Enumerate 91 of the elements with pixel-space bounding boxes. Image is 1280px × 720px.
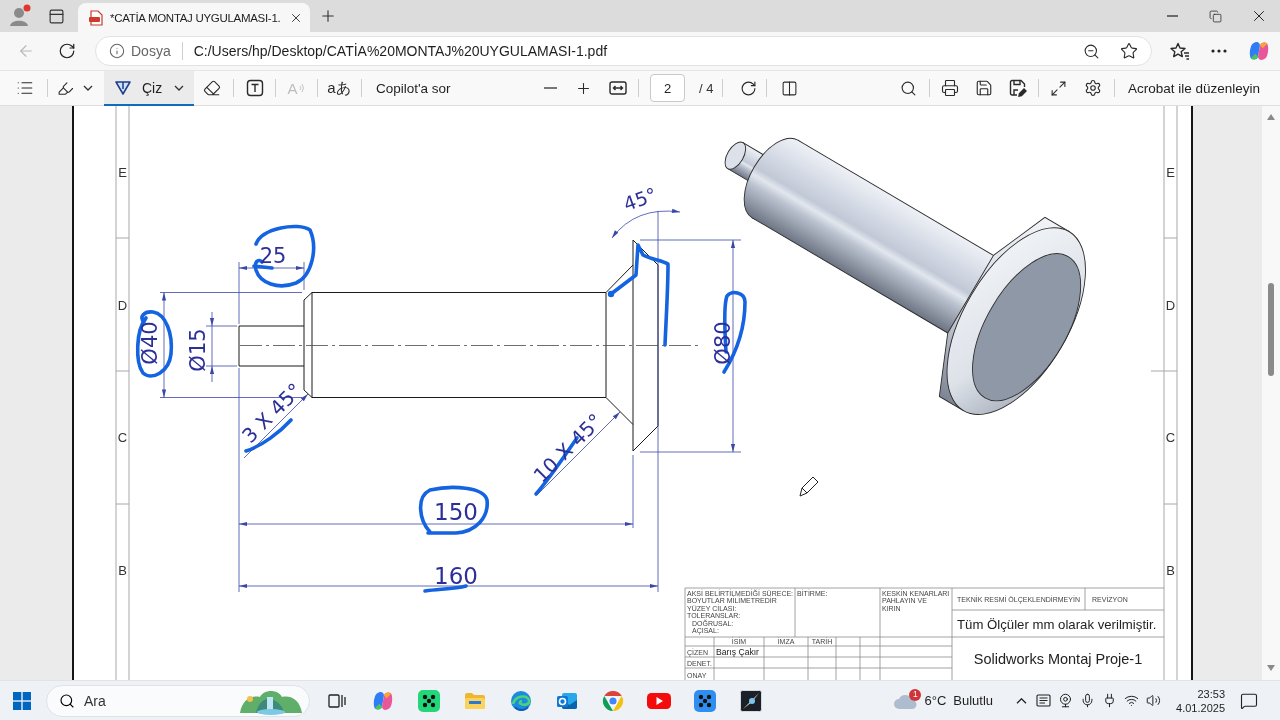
weather-condition-text: Bulutlu xyxy=(953,693,994,708)
star-icon xyxy=(1120,42,1138,60)
zone-label: C xyxy=(1165,429,1176,445)
temperature-text: 6°C xyxy=(924,693,947,708)
scrollbar-thumb[interactable] xyxy=(1268,283,1274,376)
save-pen-icon xyxy=(1008,79,1027,97)
clock-button[interactable]: 23:53 4.01.2025 xyxy=(1172,682,1229,719)
angle-dimension-arc xyxy=(611,208,681,239)
translate-button[interactable]: aあ xyxy=(323,74,355,102)
tab-actions-icon xyxy=(47,7,65,25)
task-view-icon xyxy=(328,691,346,710)
notification-badge: 1 xyxy=(909,688,922,701)
zone-label: C xyxy=(117,429,128,445)
more-icon xyxy=(1211,49,1227,53)
pen-icon xyxy=(114,79,132,97)
chamfer-callout: 10 X 45° xyxy=(528,408,621,496)
plus-icon xyxy=(319,7,337,25)
list-icon xyxy=(16,79,34,97)
dimension-value: 45° xyxy=(620,182,660,216)
clock-date: 4.01.2025 xyxy=(1176,701,1225,714)
zone-label: D xyxy=(117,297,128,313)
expand-icon xyxy=(1050,79,1068,97)
rotate-icon xyxy=(739,79,757,97)
dimension-value: 150 xyxy=(434,499,478,525)
search-icon xyxy=(59,692,75,709)
pdf-file-icon xyxy=(88,9,104,26)
settings-icon xyxy=(1083,79,1102,97)
minimize-icon xyxy=(1167,15,1178,17)
dotted-tile-icon xyxy=(418,689,440,712)
zone-label: E xyxy=(1166,164,1175,180)
flare-tile-icon xyxy=(740,689,762,712)
zone-label: B xyxy=(1166,562,1175,578)
ink-underline xyxy=(423,584,468,593)
dimension-value: 160 xyxy=(434,563,478,589)
dimension-value: Ø80 xyxy=(711,321,735,365)
fit-width-icon xyxy=(609,81,627,95)
scroll-down-icon xyxy=(1267,665,1275,671)
microphone-icon xyxy=(1079,693,1095,708)
zone-label: D xyxy=(1165,297,1176,313)
info-icon xyxy=(109,43,125,59)
scroll-up-icon xyxy=(1267,114,1275,120)
play-button-icon xyxy=(647,691,671,710)
clock-time: 23:53 xyxy=(1197,687,1225,700)
pencil-cursor-icon xyxy=(799,476,819,497)
zone-label: E xyxy=(118,164,127,180)
wifi-icon xyxy=(1123,693,1139,708)
address-bar[interactable]: Dosya C:/Users/hp/Desktop/CATİA%20MONTAJ%20UYGULAMASI-1.pdf xyxy=(95,36,1152,66)
save-icon xyxy=(974,79,993,97)
highlighter-icon xyxy=(57,79,74,97)
speaker-icon xyxy=(1145,693,1161,708)
ask-copilot-button[interactable]: Copilot'a sor xyxy=(368,74,459,102)
chevron-up-icon xyxy=(1015,697,1027,704)
wave-swirl-icon xyxy=(510,689,532,712)
caret-icon xyxy=(174,85,184,91)
notification-icon xyxy=(1240,691,1258,710)
drawing-title: Solidworks Montaj Proje-1 xyxy=(973,651,1143,667)
eraser-icon xyxy=(203,79,221,97)
zone-label: B xyxy=(118,562,127,578)
dimension-value: Ø40 xyxy=(138,321,162,365)
dotted-tile-icon xyxy=(694,689,716,712)
favorites-icon xyxy=(1170,42,1190,60)
caret-icon xyxy=(83,85,93,91)
printer-icon xyxy=(940,79,959,97)
zoom-out-icon xyxy=(1082,42,1100,60)
units-note: Tüm Ölçüler mm olarak verilmiştir. xyxy=(957,617,1157,632)
site-info-button[interactable]: Dosya xyxy=(109,43,171,59)
list-box-icon xyxy=(1035,693,1051,708)
weather-button[interactable]: 1 6°C Bulutlu xyxy=(889,682,998,719)
edit-in-acrobat-button[interactable]: Acrobat ile düzenleyin xyxy=(1119,74,1268,102)
minus-icon xyxy=(543,87,557,89)
swirl-icon xyxy=(372,689,394,712)
url-text: C:/Users/hp/Desktop/CATİA%20MONTAJ%20UYGULAMASI-1.pdf xyxy=(193,43,608,59)
page-number-field[interactable]: 2 xyxy=(650,74,685,102)
sound-waves-icon xyxy=(298,83,305,93)
start-logo-icon xyxy=(13,691,31,710)
draw-button[interactable]: Çiz xyxy=(104,70,194,106)
dimension-value: Ø15 xyxy=(186,328,210,372)
page-total-text: / 4 xyxy=(699,80,714,96)
page-view-icon xyxy=(780,79,798,97)
restore-icon xyxy=(1209,9,1222,23)
drawn-by-name: Barış Çakır xyxy=(716,647,759,657)
webcam-icon xyxy=(1057,693,1073,708)
refresh-icon xyxy=(58,42,76,60)
text-box-icon xyxy=(246,79,264,97)
circle-segments-icon xyxy=(602,689,624,712)
chamfer-callout: 3 X 45° xyxy=(237,378,309,459)
swirl-logo-icon xyxy=(1248,40,1270,62)
browser-tab[interactable]: *CATİA MONTAJ UYGULAMASI-1. xyxy=(78,3,310,32)
search-icon xyxy=(900,79,918,97)
folder-icon xyxy=(464,691,486,710)
dimension-value: 25 xyxy=(259,244,287,268)
